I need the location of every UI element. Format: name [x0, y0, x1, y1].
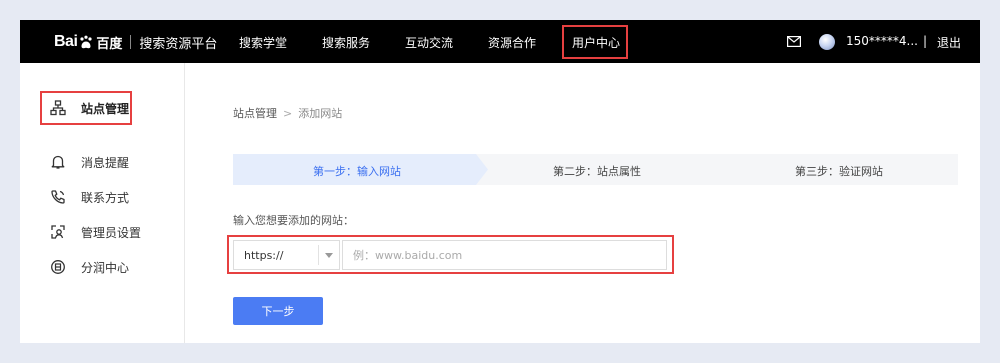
step-2: 第二步：站点属性 [553, 165, 641, 178]
mail-icon[interactable] [787, 36, 801, 47]
sidebar-item-admin-settings[interactable]: 管理员设置 [50, 222, 141, 242]
logo-divider [130, 35, 132, 49]
sidebar-item-messages[interactable]: 消息提醒 [50, 152, 129, 172]
admin-icon [51, 225, 65, 239]
website-url-input[interactable] [342, 240, 667, 270]
step-indicator: 第一步：输入网站 第二步：站点属性 第三步：验证网站 [233, 154, 958, 185]
sidebar-item-contact[interactable]: 联系方式 [50, 187, 129, 207]
breadcrumb: 站点管理 > 添加网站 [233, 105, 342, 121]
bell-icon [51, 155, 65, 169]
sidebar-item-label: 管理员设置 [81, 225, 142, 240]
sidebar-item-label: 分润中心 [81, 260, 130, 275]
sidebar: 站点管理 消息提醒 联系方式 管理员设置 分润中心 [20, 63, 185, 343]
paw-icon [80, 35, 93, 49]
logout-link[interactable]: 退出 [937, 34, 961, 51]
platform-name: 搜索资源平台 [139, 36, 218, 52]
nav-interaction[interactable]: 互动交流 [405, 34, 453, 51]
logo-text: Bai [54, 33, 78, 50]
breadcrumb-separator: > [283, 107, 293, 120]
step-1: 第一步：输入网站 [313, 165, 401, 178]
sidebar-item-site-management[interactable]: 站点管理 [50, 98, 129, 118]
protocol-select[interactable]: https:// [233, 240, 340, 270]
page-frame: Bai 百度 搜索资源平台 搜索学堂 搜索服务 互动交流 资源合作 用户中心 1… [20, 20, 980, 343]
phone-icon [51, 190, 65, 204]
protocol-value: https:// [244, 249, 284, 262]
next-step-button[interactable]: 下一步 [233, 297, 323, 325]
chevron-down-icon[interactable] [325, 253, 333, 258]
select-divider [318, 245, 319, 265]
user-phone[interactable]: 150*****4... [846, 34, 918, 48]
logo-cn-text: 百度 [96, 36, 123, 52]
breadcrumb-current: 添加网站 [298, 107, 343, 120]
sidebar-item-label: 联系方式 [81, 190, 130, 205]
nav-search-school[interactable]: 搜索学堂 [239, 34, 287, 51]
website-field-label: 输入您想要添加的网站： [233, 214, 354, 227]
sidebar-item-label: 消息提醒 [81, 155, 130, 170]
sidebar-item-profit-center[interactable]: 分润中心 [50, 257, 129, 277]
site-tree-icon [50, 100, 66, 116]
sidebar-item-label: 站点管理 [81, 101, 130, 116]
top-navbar: Bai 百度 搜索资源平台 搜索学堂 搜索服务 互动交流 资源合作 用户中心 1… [20, 20, 980, 63]
share-profit-icon [51, 260, 65, 274]
baidu-logo[interactable]: Bai 百度 搜索资源平台 [54, 32, 217, 52]
nav-user-center[interactable]: 用户中心 [572, 34, 620, 51]
nav-search-service[interactable]: 搜索服务 [322, 34, 370, 51]
step-3: 第三步：验证网站 [795, 165, 883, 178]
avatar[interactable] [819, 34, 835, 50]
header-separator: | [923, 34, 928, 48]
breadcrumb-parent[interactable]: 站点管理 [233, 107, 277, 120]
nav-resource-cooperation[interactable]: 资源合作 [488, 34, 536, 51]
